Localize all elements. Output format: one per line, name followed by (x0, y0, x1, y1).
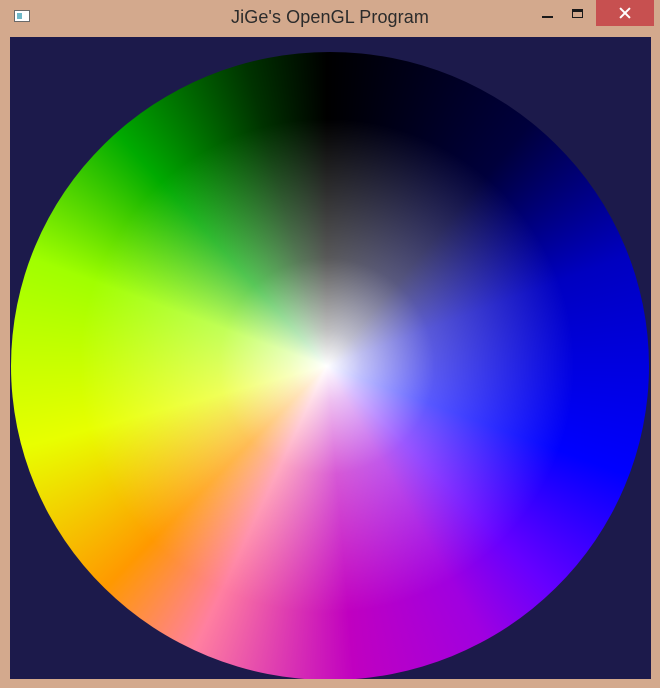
app-window: JiGe's OpenGL Program (0, 0, 660, 688)
close-icon (619, 7, 631, 19)
color-wheel (11, 52, 649, 679)
opengl-canvas[interactable] (10, 37, 651, 679)
title-bar[interactable]: JiGe's OpenGL Program (0, 0, 660, 36)
maximize-icon (571, 8, 583, 18)
maximize-button[interactable] (562, 0, 592, 26)
close-button[interactable] (596, 0, 654, 26)
minimize-button[interactable] (532, 0, 562, 26)
minimize-icon (541, 16, 553, 18)
